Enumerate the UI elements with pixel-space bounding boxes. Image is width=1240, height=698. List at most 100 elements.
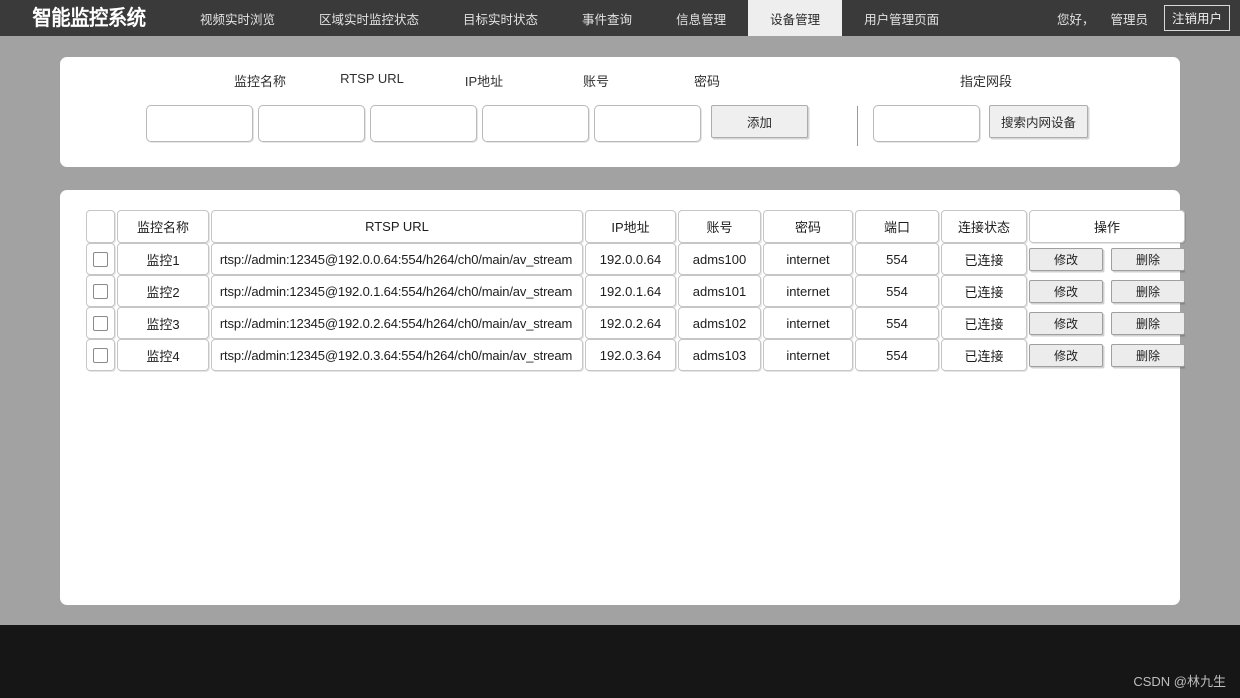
table-header-row: 监控名称 RTSP URL IP地址 账号 密码 端口 连接状态 操作 — [86, 210, 1187, 243]
cell-password: internet — [763, 339, 853, 371]
monitor-name-input[interactable] — [146, 105, 253, 142]
cell-connect-status: 已连接 — [941, 307, 1027, 339]
form-divider — [857, 106, 858, 146]
delete-button[interactable]: 删除 — [1111, 279, 1185, 303]
cell-password: internet — [763, 307, 853, 339]
nav-item-info-management[interactable]: 信息管理 — [654, 0, 748, 36]
cell-account: adms101 — [678, 275, 761, 307]
rtsp-url-text: rtsp://admin:12345@192.0.2.64:554/h264/c… — [219, 315, 573, 331]
greeting-text: 您好， — [1056, 12, 1095, 27]
row-checkbox[interactable] — [93, 347, 108, 363]
cell-rtsp-url: rtsp://admin:12345@192.0.1.64:554/h264/c… — [211, 275, 583, 307]
nav-item-target-status[interactable]: 目标实时状态 — [441, 0, 560, 36]
watermark: CSDN @林九生 — [1133, 674, 1226, 689]
password-input[interactable] — [594, 105, 701, 142]
cell-account: adms103 — [678, 339, 761, 371]
delete-button[interactable]: 删除 — [1111, 343, 1185, 367]
label-monitor-name: 监控名称 — [233, 74, 286, 89]
top-navigation-bar: 智能监控系统 视频实时浏览 区域实时监控状态 目标实时状态 事件查询 信息管理 … — [0, 0, 1240, 36]
cell-ip-address: 192.0.2.64 — [585, 307, 676, 339]
logout-button[interactable]: 注销用户 — [1163, 5, 1230, 31]
cell-connect-status: 已连接 — [941, 275, 1027, 307]
search-lan-devices-button[interactable]: 搜索内网设备 — [989, 105, 1088, 138]
edit-button[interactable]: 修改 — [1029, 343, 1103, 367]
cell-port: 554 — [855, 339, 939, 371]
cell-ip-address: 192.0.0.64 — [585, 243, 676, 275]
cell-ip-address: 192.0.3.64 — [585, 339, 676, 371]
label-network-segment: 指定网段 — [959, 74, 1012, 89]
nav-user-area: 您好， 管理员 注销用户 — [1057, 0, 1240, 36]
edit-button[interactable]: 修改 — [1029, 279, 1103, 303]
cell-rtsp-url: rtsp://admin:12345@192.0.2.64:554/h264/c… — [211, 307, 583, 339]
app-root: 智能监控系统 视频实时浏览 区域实时监控状态 目标实时状态 事件查询 信息管理 … — [0, 0, 1240, 698]
cell-rtsp-url: rtsp://admin:12345@192.0.3.64:554/h264/c… — [211, 339, 583, 371]
cell-connect-status: 已连接 — [941, 243, 1027, 275]
header-port: 端口 — [855, 210, 939, 243]
cell-monitor-name: 监控2 — [117, 275, 209, 307]
cell-operations: 修改 删除 — [1029, 243, 1185, 275]
row-checkbox-cell[interactable] — [86, 275, 115, 307]
add-device-form-card: 监控名称 RTSP URL IP地址 账号 密码 指定网段 添加 搜索内网设备 — [60, 57, 1180, 167]
cell-password: internet — [763, 275, 853, 307]
nav-item-device-management[interactable]: 设备管理 — [748, 0, 843, 36]
nav-item-area-monitor-status[interactable]: 区域实时监控状态 — [297, 0, 441, 36]
header-ip-address: IP地址 — [585, 210, 676, 243]
cell-operations: 修改 删除 — [1029, 339, 1185, 371]
header-account: 账号 — [678, 210, 761, 243]
edit-button[interactable]: 修改 — [1029, 311, 1103, 335]
header-password: 密码 — [763, 210, 853, 243]
label-password: 密码 — [693, 74, 720, 89]
row-checkbox[interactable] — [93, 315, 108, 331]
cell-account: adms102 — [678, 307, 761, 339]
account-input[interactable] — [482, 105, 589, 142]
cell-monitor-name: 监控3 — [117, 307, 209, 339]
desktop-background — [0, 625, 1240, 698]
header-monitor-name: 监控名称 — [117, 210, 209, 243]
header-connect-status: 连接状态 — [941, 210, 1027, 243]
header-rtsp-url: RTSP URL — [211, 210, 583, 243]
cell-port: 554 — [855, 307, 939, 339]
current-user-name: 管理员 — [1110, 12, 1148, 27]
nav-menu: 视频实时浏览 区域实时监控状态 目标实时状态 事件查询 信息管理 设备管理 用户… — [178, 0, 961, 36]
ip-address-input[interactable] — [370, 105, 477, 142]
cell-operations: 修改 删除 — [1029, 275, 1185, 307]
table-row: 监控3 rtsp://admin:12345@192.0.2.64:554/h2… — [86, 307, 1187, 339]
row-checkbox-cell[interactable] — [86, 243, 115, 275]
rtsp-url-text: rtsp://admin:12345@192.0.3.64:554/h264/c… — [219, 347, 573, 363]
row-checkbox-cell[interactable] — [86, 339, 115, 371]
table-row: 监控4 rtsp://admin:12345@192.0.3.64:554/h2… — [86, 339, 1187, 371]
table-row: 监控1 rtsp://admin:12345@192.0.0.64:554/h2… — [86, 243, 1187, 275]
cell-password: internet — [763, 243, 853, 275]
row-checkbox[interactable] — [93, 251, 108, 267]
rtsp-url-text: rtsp://admin:12345@192.0.0.64:554/h264/c… — [219, 251, 573, 267]
header-select-all-cell — [86, 210, 115, 243]
row-checkbox[interactable] — [93, 283, 108, 299]
label-ip-address: IP地址 — [464, 74, 504, 89]
nav-item-video-live[interactable]: 视频实时浏览 — [178, 0, 297, 36]
table-row: 监控2 rtsp://admin:12345@192.0.1.64:554/h2… — [86, 275, 1187, 307]
delete-button[interactable]: 删除 — [1111, 311, 1185, 335]
row-checkbox-cell[interactable] — [86, 307, 115, 339]
rtsp-url-input[interactable] — [258, 105, 365, 142]
cell-monitor-name: 监控1 — [117, 243, 209, 275]
device-table: 监控名称 RTSP URL IP地址 账号 密码 端口 连接状态 操作 监控1 … — [86, 210, 1187, 371]
form-label-row: 监控名称 RTSP URL IP地址 账号 密码 指定网段 — [60, 71, 1180, 93]
cell-operations: 修改 删除 — [1029, 307, 1185, 339]
cell-port: 554 — [855, 243, 939, 275]
cell-port: 554 — [855, 275, 939, 307]
add-device-button[interactable]: 添加 — [711, 105, 808, 138]
cell-ip-address: 192.0.1.64 — [585, 275, 676, 307]
cell-rtsp-url: rtsp://admin:12345@192.0.0.64:554/h264/c… — [211, 243, 583, 275]
label-account: 账号 — [582, 74, 609, 89]
app-logo: 智能监控系统 — [32, 6, 146, 30]
rtsp-url-text: rtsp://admin:12345@192.0.1.64:554/h264/c… — [219, 283, 573, 299]
network-segment-input[interactable] — [873, 105, 980, 142]
cell-account: adms100 — [678, 243, 761, 275]
nav-item-user-management[interactable]: 用户管理页面 — [842, 0, 961, 36]
edit-button[interactable]: 修改 — [1029, 247, 1103, 271]
delete-button[interactable]: 删除 — [1111, 247, 1185, 271]
cell-monitor-name: 监控4 — [117, 339, 209, 371]
device-table-card: 监控名称 RTSP URL IP地址 账号 密码 端口 连接状态 操作 监控1 … — [60, 190, 1185, 605]
cell-connect-status: 已连接 — [941, 339, 1027, 371]
nav-item-event-query[interactable]: 事件查询 — [560, 0, 654, 36]
